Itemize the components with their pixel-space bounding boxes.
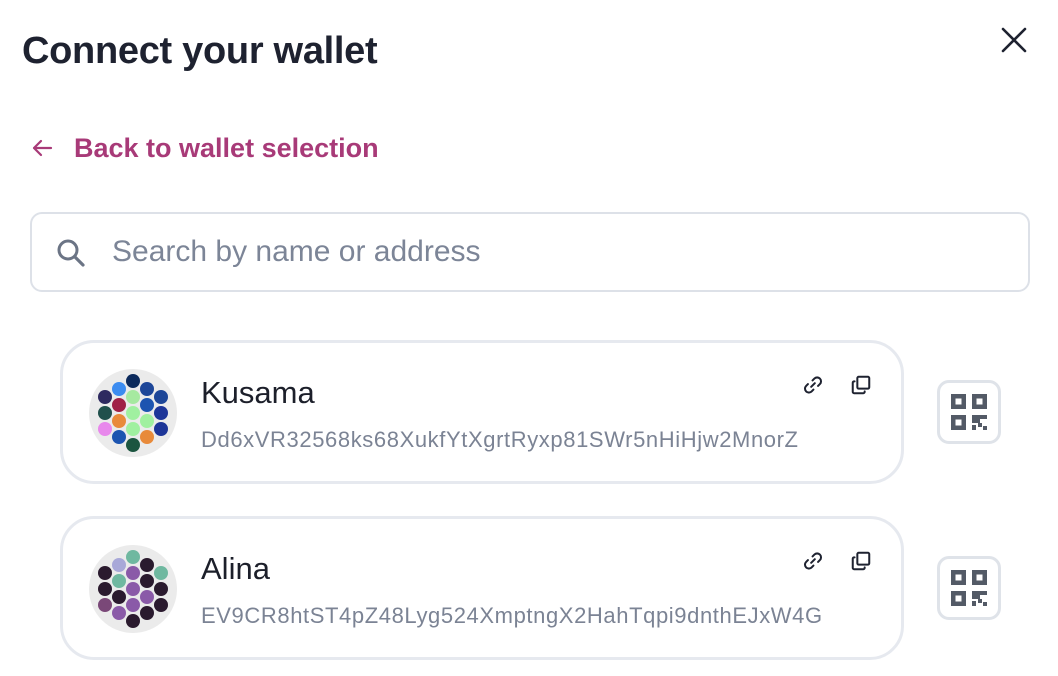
qr-code-button[interactable]	[937, 556, 1001, 620]
identicon-dot	[126, 566, 140, 580]
identicon-avatar	[89, 545, 177, 633]
identicon-dot	[126, 390, 140, 404]
identicon-dot	[154, 598, 168, 612]
copy-icon[interactable]	[847, 371, 875, 399]
identicon-dot	[140, 590, 154, 604]
account-name: Kusama	[201, 375, 315, 410]
identicon-dot	[140, 398, 154, 412]
account-name: Alina	[201, 551, 270, 586]
identicon-dot	[126, 406, 140, 420]
identicon-dot	[140, 414, 154, 428]
identicon-dot	[154, 422, 168, 436]
identicon-dot	[154, 390, 168, 404]
search-icon	[57, 239, 85, 267]
identicon-dot	[98, 390, 112, 404]
identicon-dot	[112, 430, 126, 444]
identicon-dot	[112, 606, 126, 620]
identicon-dot	[140, 382, 154, 396]
close-button[interactable]	[996, 22, 1032, 58]
account-card-alina[interactable]: Alina EV9CR8htST4pZ48Lyg524XmptngX2HahTq…	[60, 516, 904, 660]
identicon-dot	[112, 558, 126, 572]
copy-icon[interactable]	[847, 547, 875, 575]
account-card-kusama[interactable]: Kusama Dd6xVR32568ks68XukfYtXgrtRyxp81SW…	[60, 340, 904, 484]
account-address: Dd6xVR32568ks68XukfYtXgrtRyxp81SWr5nHiHj…	[201, 427, 799, 452]
identicon-dot	[126, 438, 140, 452]
identicon-avatar	[89, 369, 177, 457]
identicon-dot	[98, 582, 112, 596]
identicon-dot	[154, 406, 168, 420]
identicon-dot	[126, 582, 140, 596]
modal-title: Connect your wallet	[22, 30, 378, 72]
identicon-dot	[126, 374, 140, 388]
identicon-dot	[98, 406, 112, 420]
identicon-dot	[112, 590, 126, 604]
close-icon	[1001, 27, 1027, 53]
identicon-dot	[126, 614, 140, 628]
identicon-dot	[154, 566, 168, 580]
identicon-dot	[140, 558, 154, 572]
identicon-dot	[140, 430, 154, 444]
identicon-dot	[154, 582, 168, 596]
search-input[interactable]	[112, 224, 1012, 280]
identicon-dot	[112, 398, 126, 412]
link-icon[interactable]	[799, 547, 827, 575]
back-to-wallet-selection-link[interactable]: Back to wallet selection	[30, 128, 379, 168]
search-box	[30, 212, 1030, 292]
identicon-dot	[112, 574, 126, 588]
identicon-dot	[98, 598, 112, 612]
identicon-dot	[112, 414, 126, 428]
identicon-dot	[126, 550, 140, 564]
identicon-dot	[126, 598, 140, 612]
identicon-dot	[98, 566, 112, 580]
qr-code-button[interactable]	[937, 380, 1001, 444]
identicon-dot	[112, 382, 126, 396]
back-link-label: Back to wallet selection	[74, 132, 379, 163]
identicon-dot	[140, 574, 154, 588]
account-address: EV9CR8htST4pZ48Lyg524XmptngX2HahTqpi9dnt…	[201, 603, 823, 628]
qr-code-icon	[951, 570, 987, 606]
identicon-dot	[98, 422, 112, 436]
identicon-dot	[126, 422, 140, 436]
identicon-dot	[140, 606, 154, 620]
qr-code-icon	[951, 394, 987, 430]
link-icon[interactable]	[799, 371, 827, 399]
arrow-left-icon	[30, 135, 56, 161]
